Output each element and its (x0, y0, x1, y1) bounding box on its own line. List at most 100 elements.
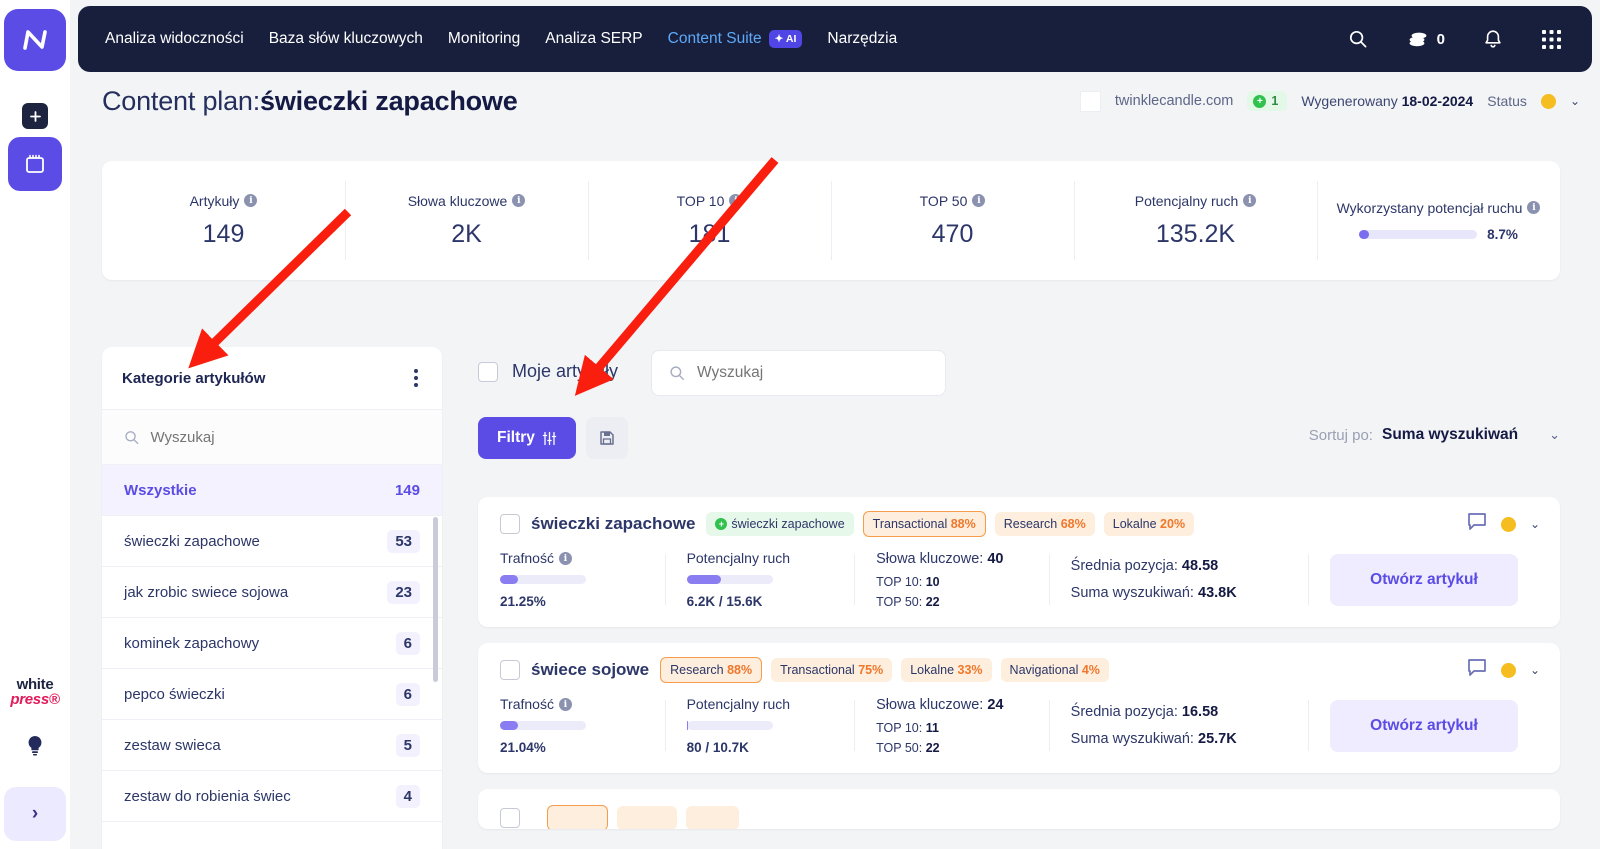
grid-apps-icon (1542, 29, 1561, 49)
average-position: Średnia pozycja: 48.58 (1070, 558, 1219, 574)
article-status-chevron-down-icon[interactable]: ⌄ (1530, 517, 1540, 531)
category-row[interactable]: jak zrobic swiece sojowa 23 (102, 567, 442, 618)
intent-tag[interactable]: Lokalne 20% (1103, 512, 1195, 536)
sort-chevron-down-icon[interactable]: ⌄ (1549, 427, 1560, 443)
category-row[interactable]: świeczki zapachowe 53 (102, 516, 442, 567)
comment-icon[interactable] (1467, 512, 1487, 536)
info-icon[interactable]: i (1243, 194, 1257, 207)
metric-label: Potencjalny ruch (686, 550, 791, 566)
article-status-chevron-down-icon[interactable]: ⌄ (1530, 663, 1540, 677)
apps-menu-button[interactable] (1541, 29, 1562, 50)
category-row[interactable]: zestaw swieca 5 (102, 720, 442, 771)
article-title[interactable] (531, 808, 536, 828)
info-icon[interactable]: i (1527, 201, 1541, 214)
category-row[interactable]: zestaw do robienia świec 4 (102, 771, 442, 822)
notifications-button[interactable] (1483, 29, 1503, 50)
article-status-badge[interactable] (1500, 516, 1516, 532)
sort-control[interactable]: Sortuj po: Suma wyszukiwań ⌄ (1309, 426, 1560, 444)
sidebar-item-content-plan[interactable] (8, 137, 62, 191)
intent-tag[interactable] (617, 806, 678, 829)
article-checkbox[interactable] (500, 660, 520, 680)
kebab-menu-icon[interactable] (410, 365, 422, 391)
metric-keywords: Słowa kluczowe: 24 TOP 10: 11 TOP 50: 22 (854, 696, 1049, 755)
category-label: kominek zapachowy (124, 634, 260, 652)
stat-label-text: Potencjalny ruch (1134, 192, 1239, 209)
categories-search-row[interactable] (102, 410, 442, 465)
keyword-tag-label: świeczki zapachowe (731, 517, 845, 531)
nav-item-baza-slow-kluczowych[interactable]: Baza słów kluczowych (269, 30, 423, 48)
search-sum: Suma wyszukiwań: 43.8K (1070, 585, 1237, 601)
intent-tag[interactable]: Research 68% (994, 512, 1095, 536)
intent-name: Lokalne (1112, 517, 1157, 531)
category-label: zestaw do robienia świec (124, 787, 291, 805)
intent-percent: 68% (1060, 517, 1086, 531)
info-icon[interactable]: i (558, 551, 572, 565)
info-icon[interactable]: i (972, 194, 986, 207)
categories-search-input[interactable] (150, 428, 420, 446)
filters-button[interactable]: Filtry (478, 417, 576, 459)
info-icon[interactable]: i (244, 194, 258, 207)
nav-item-analiza-widocznosci[interactable]: Analiza widoczności (105, 30, 244, 48)
metric-positions: Średnia pozycja: 48.58 Suma wyszukiwań: 4… (1048, 550, 1308, 609)
credits-button[interactable]: 0 (1406, 29, 1445, 49)
articles-search-input[interactable] (697, 364, 928, 382)
open-article-button[interactable]: Otwórz artykuł (1330, 553, 1519, 606)
category-row[interactable]: pepco świeczki 6 (102, 669, 442, 720)
intent-tag[interactable] (546, 805, 609, 829)
top50-count: TOP 50: 22 (876, 594, 940, 609)
article-title[interactable]: świece sojowe (531, 660, 649, 680)
intent-name: Research (1003, 517, 1058, 531)
category-row[interactable]: Wszystkie 149 (102, 465, 442, 516)
save-filters-button[interactable] (586, 417, 628, 459)
metric-keywords: Słowa kluczowe: 40 TOP 10: 10 TOP 50: 22 (854, 550, 1049, 609)
category-label: świeczki zapachowe (124, 532, 260, 550)
stat-label: TOP 10 i (677, 193, 743, 209)
global-search-button[interactable] (1348, 29, 1368, 49)
article-checkbox[interactable] (500, 514, 520, 534)
app-logo[interactable] (4, 9, 66, 71)
status-chevron-down-icon[interactable]: ⌄ (1570, 94, 1580, 108)
intent-name: Navigational (1009, 663, 1079, 677)
intent-tag[interactable] (686, 806, 739, 829)
my-articles-filter[interactable]: Moje artykuły (478, 361, 618, 382)
info-icon[interactable]: i (729, 194, 743, 207)
add-plan-button[interactable] (22, 103, 48, 129)
intent-name: Transactional (872, 517, 948, 531)
intent-tag[interactable]: Research 88% (660, 657, 763, 683)
categories-scrollbar[interactable] (433, 517, 438, 682)
comment-icon[interactable] (1467, 658, 1487, 682)
nav-label: Narzędzia (827, 30, 898, 47)
nav-item-monitoring[interactable]: Monitoring (448, 30, 520, 48)
brand-line-1: white (16, 675, 54, 693)
intent-tag[interactable]: Transactional 88% (862, 511, 986, 537)
articles-search-box[interactable] (651, 350, 946, 396)
my-articles-checkbox[interactable] (478, 361, 498, 382)
article-tags: Research 88% Transactional 75% Lokalne 33%… (660, 657, 1109, 683)
info-icon[interactable]: i (512, 194, 526, 207)
article-status-badge[interactable] (1500, 662, 1516, 678)
nav-label: Analiza SERP (545, 30, 643, 47)
intent-tag[interactable]: Lokalne 33% (901, 658, 992, 682)
article-card-header (478, 789, 1560, 829)
keyword-tag[interactable]: + świeczki zapachowe (706, 512, 854, 536)
nav-item-narzedzia[interactable]: Narzędzia (827, 30, 897, 48)
status-badge[interactable] (1540, 93, 1556, 109)
stat-label-text: TOP 50 (919, 192, 968, 209)
article-tags (546, 805, 739, 829)
intent-tag[interactable]: Navigational 4% (1000, 658, 1109, 682)
article-card-header: świeczki zapachowe + świeczki zapachowe Tra… (478, 497, 1560, 550)
category-count: 6 (395, 631, 420, 655)
info-icon[interactable]: i (558, 697, 572, 711)
category-row[interactable]: kominek zapachowy 6 (102, 618, 442, 669)
expand-sidebar-button[interactable]: › (4, 787, 66, 841)
nav-item-content-suite[interactable]: Content Suite ✦ AI (668, 29, 803, 48)
nav-item-analiza-serp[interactable]: Analiza SERP (545, 30, 642, 48)
open-article-button[interactable]: Otwórz artykuł (1330, 699, 1519, 752)
help-tips-button[interactable] (24, 734, 46, 763)
intent-tag[interactable]: Transactional 75% (771, 658, 893, 682)
metric-value: 80 / 10.7K (686, 740, 749, 755)
average-position: Średnia pozycja: 16.58 (1070, 704, 1219, 720)
progress-fill (1359, 229, 1370, 239)
article-title[interactable]: świeczki zapachowe (531, 514, 695, 534)
article-checkbox[interactable] (500, 808, 520, 828)
